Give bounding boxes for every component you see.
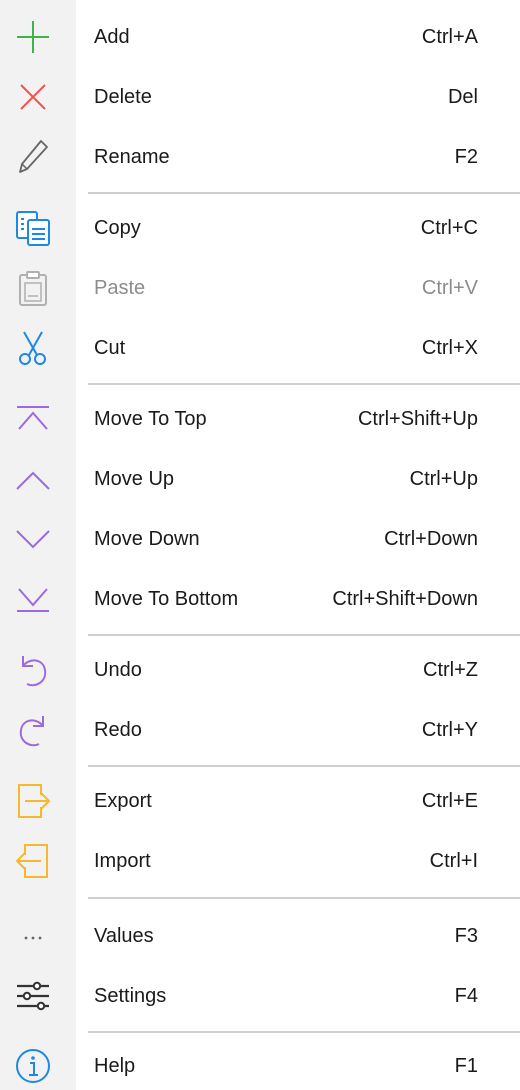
sliders-icon [13,976,53,1016]
pencil-icon [13,137,53,177]
menu-item-shortcut: Ctrl+Up [409,468,478,490]
menu-item-label: Paste [94,277,146,299]
menu-item-label: Copy [94,217,141,239]
menu-item-shortcut: Ctrl+C [420,217,478,239]
copy-icon [13,208,53,248]
menu-item-copy[interactable]: Copy Ctrl+C [0,198,520,258]
menu-item-shortcut: F3 [454,925,478,947]
menu-item-delete[interactable]: Delete Del [0,67,520,127]
menu-item-redo[interactable]: Redo Ctrl+Y [0,700,520,760]
menu-separator [88,383,520,385]
menu-item-rename[interactable]: Rename F2 [0,127,520,187]
menu-item-shortcut: Ctrl+Shift+Up [357,408,478,430]
menu-item-shortcut: Ctrl+E [421,790,478,812]
menu-item-move-down[interactable]: Move Down Ctrl+Down [0,509,520,569]
menu-item-shortcut: F4 [454,985,478,1007]
menu-item-shortcut: Ctrl+Y [421,719,478,741]
menu-item-label: Help [94,1055,136,1077]
menu-item-shortcut: Ctrl+Z [423,659,478,681]
menu-item-shortcut: Ctrl+I [429,850,478,872]
menu-item-shortcut: F2 [454,146,478,168]
menu-item-export[interactable]: Export Ctrl+E [0,771,520,831]
menu-item-label: Add [94,26,130,48]
menu-item-label: Move Down [94,528,200,550]
menu-item-label: Redo [94,719,142,741]
plus-icon [13,17,53,57]
menu-separator [88,897,520,899]
menu-item-shortcut: Ctrl+V [421,277,478,299]
redo-icon [13,710,53,750]
clipboard-icon [13,268,53,308]
menu-item-add[interactable]: Add Ctrl+A [0,7,520,67]
menu-item-help[interactable]: Help F1 [0,1036,520,1090]
menu-item-label: Cut [94,337,126,359]
menu-item-label: Move To Top [94,408,207,430]
menu-item-shortcut: F1 [454,1055,478,1077]
menu-item-label: Move To Bottom [94,588,239,610]
menu-item-shortcut: Ctrl+Down [384,528,478,550]
close-icon [13,77,53,117]
menu-item-move-to-top[interactable]: Move To Top Ctrl+Shift+Up [0,389,520,449]
menu-item-import[interactable]: Import Ctrl+I [0,831,520,891]
chevron-down-icon [13,519,53,559]
menu-item-cut[interactable]: Cut Ctrl+X [0,318,520,378]
chevron-up-icon [13,459,53,499]
menu-separator [88,765,520,767]
menu-item-values[interactable]: Values F3 [0,906,520,966]
menu-item-move-up[interactable]: Move Up Ctrl+Up [0,449,520,509]
context-menu: Add Ctrl+A Delete Del Rename F2 Copy Ctr… [0,0,520,1090]
menu-item-label: Rename [94,146,170,168]
menu-item-label: Settings [94,985,167,1007]
menu-separator [88,634,520,636]
menu-item-label: Export [94,790,152,812]
menu-item-move-to-bottom[interactable]: Move To Bottom Ctrl+Shift+Down [0,569,520,629]
menu-item-undo[interactable]: Undo Ctrl+Z [0,640,520,700]
menu-item-shortcut: Ctrl+X [421,337,478,359]
menu-item-label: Delete [94,86,152,108]
move-to-top-icon [13,399,53,439]
menu-item-paste[interactable]: Paste Ctrl+V [0,258,520,318]
menu-item-shortcut: Ctrl+A [421,26,478,48]
menu-separator [88,1031,520,1033]
ellipsis-icon [13,916,53,956]
menu-item-settings[interactable]: Settings F4 [0,966,520,1026]
menu-item-label: Values [94,925,154,947]
menu-item-shortcut: Ctrl+Shift+Down [332,588,478,610]
undo-icon [13,650,53,690]
menu-separator [88,192,520,194]
menu-item-label: Undo [94,659,142,681]
export-icon [13,781,53,821]
menu-item-label: Move Up [94,468,175,490]
import-icon [13,841,53,881]
menu-item-label: Import [94,850,151,872]
menu-item-shortcut: Del [447,86,478,108]
info-icon [13,1046,53,1086]
scissors-icon [13,328,53,368]
move-to-bottom-icon [13,579,53,619]
